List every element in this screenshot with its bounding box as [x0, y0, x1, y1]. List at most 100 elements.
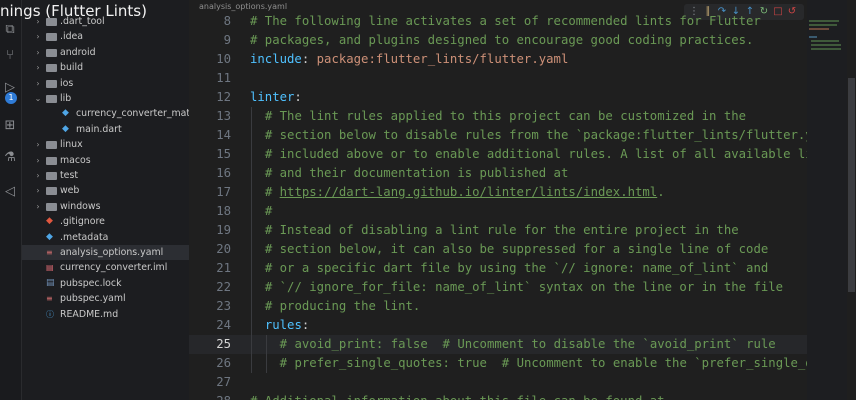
files-icon[interactable]: ⧉: [2, 22, 18, 38]
chevron-right-icon[interactable]: ›: [34, 29, 42, 44]
chevron-right-icon[interactable]: ›: [34, 153, 42, 168]
flutter-icon[interactable]: ◁: [2, 184, 18, 200]
extensions-icon[interactable]: ⊞: [2, 118, 18, 134]
code-token: include: [250, 51, 302, 66]
testing-icon[interactable]: ⚗: [2, 150, 18, 166]
chevron-right-icon[interactable]: ›: [34, 183, 42, 198]
line-number: 27: [216, 374, 231, 389]
scrollbar-thumb[interactable]: [848, 78, 855, 292]
line-number: 14: [216, 127, 231, 142]
chevron-right-icon[interactable]: ›: [34, 76, 42, 91]
code-line[interactable]: 17 # https://dart-lang.github.io/linter/l…: [189, 182, 856, 202]
code-token: :: [294, 89, 302, 104]
code-line[interactable]: 16 # and their documentation is published…: [189, 163, 856, 183]
folder-icon: [46, 64, 57, 73]
code-token: :: [301, 51, 317, 66]
explorer-item-label: macos: [60, 154, 91, 166]
chevron-right-icon[interactable]: ›: [34, 199, 42, 214]
code-line[interactable]: 15 # included above or to enable addition…: [189, 144, 856, 164]
git-file-icon: ◆: [46, 216, 53, 227]
code-line[interactable]: 23 # producing the lint.: [189, 296, 856, 316]
code-line[interactable]: 22 # `// ignore_for_file: name_of_lint` s…: [189, 277, 856, 297]
explorer-file[interactable]: ≡ pubspec.yaml: [22, 291, 189, 306]
code-line[interactable]: 11: [189, 69, 856, 88]
line-number: 11: [216, 70, 231, 85]
chevron-right-icon[interactable]: ›: [34, 168, 42, 183]
code-token: # The lint rules applied to this project…: [264, 108, 747, 123]
chevron-down-icon[interactable]: ⌄: [34, 91, 42, 106]
explorer-folder[interactable]: › android: [22, 45, 189, 60]
indent-guide: [251, 144, 252, 164]
source-control-icon[interactable]: ⑂: [2, 48, 18, 64]
code-line[interactable]: 25 # avoid_print: false # Uncomment to di…: [189, 334, 856, 354]
code-line[interactable]: 20 # section below, it can also be suppre…: [189, 239, 856, 259]
line-number: 9: [223, 32, 231, 47]
line-number: 28: [189, 392, 231, 400]
code-token: # section below, it can also be suppress…: [264, 241, 769, 256]
explorer-folder[interactable]: › ios: [22, 76, 189, 91]
code-line[interactable]: 24 rules:: [189, 315, 856, 335]
explorer-folder[interactable]: › linux: [22, 137, 189, 152]
explorer-file[interactable]: ◆ currency_converter_materi...: [22, 106, 189, 121]
line-number: 24: [216, 317, 231, 332]
explorer-file[interactable]: ≡ analysis_options.yaml: [22, 245, 189, 260]
explorer-file[interactable]: ◆ .metadata: [22, 230, 189, 245]
code-line[interactable]: 28 # Additional information about this fi…: [189, 392, 856, 400]
code-line[interactable]: 9 # packages, and plugins designed to enc…: [189, 31, 856, 50]
chevron-right-icon[interactable]: ›: [34, 60, 42, 75]
code-text: # producing the lint.: [265, 297, 420, 316]
explorer-folder[interactable]: ⌄ lib: [22, 91, 189, 106]
code-text: # Additional information about this file…: [250, 392, 665, 400]
code-text: rules:: [265, 316, 309, 335]
code-text: # https://dart-lang.github.io/linter/lin…: [265, 183, 665, 202]
code-line[interactable]: 8 # The following line activates a set of…: [189, 12, 856, 31]
code-line[interactable]: 27: [189, 373, 856, 392]
line-number: 15: [216, 146, 231, 161]
minimap[interactable]: [807, 0, 847, 400]
code-line[interactable]: 26 # prefer_single_quotes: true # Uncomme…: [189, 353, 856, 373]
code-line[interactable]: 18 #: [189, 201, 856, 221]
explorer-folder[interactable]: › macos: [22, 153, 189, 168]
markdown-file-icon: ⓘ: [46, 309, 54, 319]
explorer-file[interactable]: ▤ currency_converter.iml: [22, 260, 189, 275]
explorer-item-label: .metadata: [60, 231, 109, 243]
chevron-right-icon[interactable]: ›: [34, 45, 42, 60]
code-line[interactable]: 13 # The lint rules applied to this proje…: [189, 106, 856, 126]
indent-guide: [265, 353, 267, 373]
code-line[interactable]: 19 # Instead of disabling a lint rule for…: [189, 220, 856, 240]
explorer-file[interactable]: ◆ .gitignore: [22, 214, 189, 229]
yaml-file-icon: ≡: [46, 294, 53, 304]
yaml-file-icon: ≡: [46, 248, 53, 257]
code-line[interactable]: 14 # section below to disable rules from …: [189, 125, 856, 145]
code-line[interactable]: 21 # or a specific dart file by using the…: [189, 258, 856, 278]
vertical-scrollbar[interactable]: [847, 0, 856, 400]
code-token: # and their documentation is published a…: [264, 165, 569, 180]
explorer-folder[interactable]: › windows: [22, 199, 189, 214]
explorer-item-label: lib: [60, 93, 72, 104]
code-line[interactable]: 12 linter:: [189, 88, 856, 107]
explorer-file[interactable]: ◆ main.dart: [22, 122, 189, 137]
chevron-right-icon[interactable]: ›: [34, 137, 42, 152]
explorer-item-label: analysis_options.yaml: [60, 247, 164, 258]
explorer-file[interactable]: ▤ pubspec.lock: [22, 276, 189, 291]
code-line[interactable]: 10 include: package:flutter_lints/flutter…: [189, 50, 856, 69]
line-number: 8: [223, 13, 231, 28]
explorer-folder[interactable]: › test: [22, 168, 189, 183]
explorer-file[interactable]: ⓘ README.md: [22, 307, 189, 322]
explorer-folder[interactable]: › build: [22, 60, 189, 75]
code-text: # prefer_single_quotes: true # Uncomment…: [280, 354, 856, 373]
code-token: #: [264, 203, 273, 218]
explorer-folder[interactable]: › web: [22, 183, 189, 198]
code-editor[interactable]: analysis_options.yaml ⋮ ∥ ↷ ↓ ↑ ↻ □ ↺ 8 #…: [189, 0, 856, 400]
code-text: # section below to disable rules from th…: [265, 126, 842, 145]
folder-icon: [46, 48, 57, 57]
line-number: 16: [216, 165, 231, 180]
code-text: # and their documentation is published a…: [265, 164, 569, 183]
explorer-folder[interactable]: › .idea: [22, 29, 189, 44]
indent-guide: [251, 239, 252, 259]
code-token: # `// ignore_for_file: name_of_lint` syn…: [264, 279, 784, 294]
indent-guide: [251, 315, 252, 335]
code-text: # Instead of disabling a lint rule for t…: [265, 221, 739, 240]
explorer-item-label: linux: [60, 139, 83, 151]
code-text: #: [265, 202, 272, 221]
